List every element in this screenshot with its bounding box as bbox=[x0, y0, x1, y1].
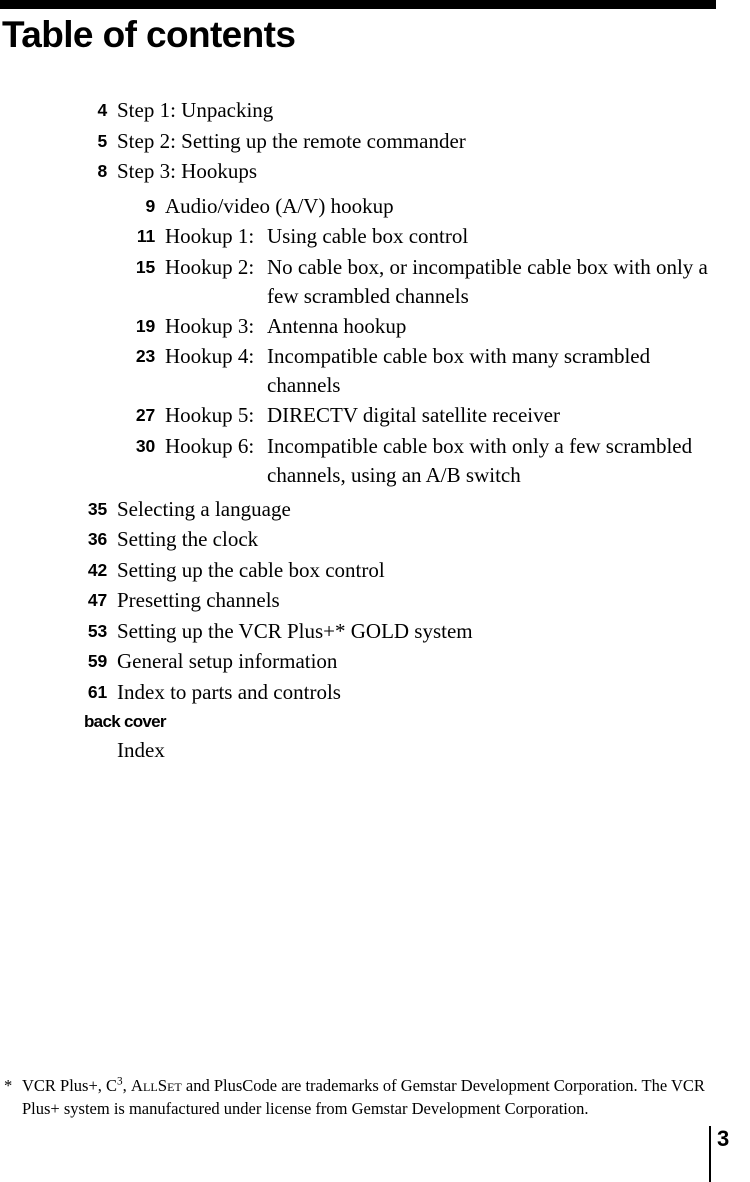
toc-entry-title[interactable]: Step 3: Hookups bbox=[107, 157, 750, 187]
toc-entry[interactable]: 36 Setting the clock bbox=[0, 525, 750, 555]
toc-entry-title[interactable]: Index bbox=[0, 736, 165, 765]
toc-subentry[interactable]: 23 Hookup 4: Incompatible cable box with… bbox=[0, 342, 750, 400]
toc-page-number[interactable]: 30 bbox=[0, 432, 155, 462]
toc-entry-title[interactable]: Index to parts and controls bbox=[107, 678, 750, 708]
toc-entry[interactable]: 4 Step 1: Unpacking bbox=[0, 96, 750, 126]
toc-page-number[interactable]: 5 bbox=[0, 127, 107, 157]
toc-subentry-label[interactable]: Audio/video (A/V) hookup bbox=[155, 192, 394, 221]
footnote: * VCR Plus+, C3, AllSet and PlusCode are… bbox=[4, 1074, 734, 1120]
toc-subentry[interactable]: 19 Hookup 3: Antenna hookup bbox=[0, 312, 750, 342]
toc-entry[interactable]: 61 Index to parts and controls bbox=[0, 678, 750, 708]
toc-page-number[interactable]: 35 bbox=[0, 495, 107, 525]
toc-subentry-label[interactable]: Hookup 3: bbox=[155, 312, 267, 341]
toc-entry-index[interactable]: Index bbox=[0, 736, 750, 765]
page-title: Table of contents bbox=[2, 14, 296, 55]
toc-page-number[interactable]: 11 bbox=[0, 222, 155, 252]
toc-entry[interactable]: 42 Setting up the cable box control bbox=[0, 556, 750, 586]
toc-subentry[interactable]: 15 Hookup 2: No cable box, or incompatib… bbox=[0, 253, 750, 311]
toc-entry-title[interactable]: Setting up the VCR Plus+* GOLD system bbox=[107, 617, 750, 647]
footnote-part-2: , bbox=[122, 1076, 131, 1095]
toc-subentry[interactable]: 27 Hookup 5: DIRECTV digital satellite r… bbox=[0, 401, 750, 431]
toc-subentry-label[interactable]: Hookup 1: bbox=[155, 222, 267, 251]
toc-subentry[interactable]: 11 Hookup 1: Using cable box control bbox=[0, 222, 750, 252]
toc-page-number[interactable]: 59 bbox=[0, 647, 107, 677]
toc-entry-title[interactable]: Presetting channels bbox=[107, 586, 750, 616]
toc-entry-title[interactable]: Step 1: Unpacking bbox=[107, 96, 750, 126]
toc-page-number[interactable]: 23 bbox=[0, 342, 155, 372]
toc-page-number[interactable]: 61 bbox=[0, 678, 107, 708]
footnote-smallcaps-allset: AllSet bbox=[130, 1076, 182, 1095]
toc-entry-title[interactable]: Setting the clock bbox=[107, 525, 750, 555]
table-of-contents: 4 Step 1: Unpacking 5 Step 2: Setting up… bbox=[0, 96, 750, 766]
toc-subentry-description[interactable]: No cable box, or incompatible cable box … bbox=[267, 253, 710, 311]
toc-subentry-label[interactable]: Hookup 6: bbox=[155, 432, 267, 461]
toc-subentry-label[interactable]: Hookup 4: bbox=[155, 342, 267, 371]
toc-page-number[interactable]: 42 bbox=[0, 556, 107, 586]
toc-entry[interactable]: 53 Setting up the VCR Plus+* GOLD system bbox=[0, 617, 750, 647]
toc-page-number[interactable]: 47 bbox=[0, 586, 107, 616]
toc-entry[interactable]: 8 Step 3: Hookups bbox=[0, 157, 750, 187]
folio-page-number: 3 bbox=[717, 1126, 730, 1151]
toc-entry[interactable]: 59 General setup information bbox=[0, 647, 750, 677]
toc-entry[interactable]: 5 Step 2: Setting up the remote commande… bbox=[0, 127, 750, 157]
footnote-asterisk: * bbox=[4, 1076, 13, 1095]
header-rule bbox=[0, 0, 716, 9]
toc-page-number[interactable]: 15 bbox=[0, 253, 155, 283]
toc-entry[interactable]: 47 Presetting channels bbox=[0, 586, 750, 616]
toc-subentry-label[interactable]: Hookup 2: bbox=[155, 253, 267, 282]
toc-entry-title[interactable]: Selecting a language bbox=[107, 495, 750, 525]
toc-page-number[interactable]: 27 bbox=[0, 401, 155, 431]
toc-subentry-description[interactable]: Using cable box control bbox=[267, 222, 710, 251]
toc-entry-title[interactable]: General setup information bbox=[107, 647, 750, 677]
toc-page-number[interactable]: 36 bbox=[0, 525, 107, 555]
toc-subentry-description[interactable]: DIRECTV digital satellite receiver bbox=[267, 401, 710, 430]
toc-entry-title[interactable]: Setting up the cable box control bbox=[107, 556, 750, 586]
toc-subentry[interactable]: 30 Hookup 6: Incompatible cable box with… bbox=[0, 432, 750, 490]
toc-page-number[interactable]: 9 bbox=[0, 192, 155, 222]
toc-page-number[interactable]: 53 bbox=[0, 617, 107, 647]
footnote-part-1: VCR Plus+, C bbox=[22, 1076, 118, 1095]
toc-entry-title[interactable]: Step 2: Setting up the remote commander bbox=[107, 127, 750, 157]
footnote-text: VCR Plus+, C3, AllSet and PlusCode are t… bbox=[22, 1074, 734, 1120]
toc-entry-back-cover[interactable]: back cover bbox=[0, 709, 750, 735]
toc-subentry-label[interactable]: Hookup 5: bbox=[155, 401, 267, 430]
toc-page-number[interactable]: 8 bbox=[0, 157, 107, 187]
toc-page-number[interactable]: 4 bbox=[0, 96, 107, 126]
toc-entry[interactable]: 35 Selecting a language bbox=[0, 495, 750, 525]
toc-subentry-description[interactable]: Antenna hookup bbox=[267, 312, 710, 341]
toc-subentry-description[interactable]: Incompatible cable box with only a few s… bbox=[267, 432, 710, 490]
folio-rule bbox=[709, 1126, 711, 1182]
toc-subentry[interactable]: 9 Audio/video (A/V) hookup bbox=[0, 192, 750, 222]
toc-page-number-back-cover[interactable]: back cover bbox=[0, 709, 167, 735]
toc-page-number[interactable]: 19 bbox=[0, 312, 155, 342]
toc-subentry-description[interactable]: Incompatible cable box with many scrambl… bbox=[267, 342, 710, 400]
